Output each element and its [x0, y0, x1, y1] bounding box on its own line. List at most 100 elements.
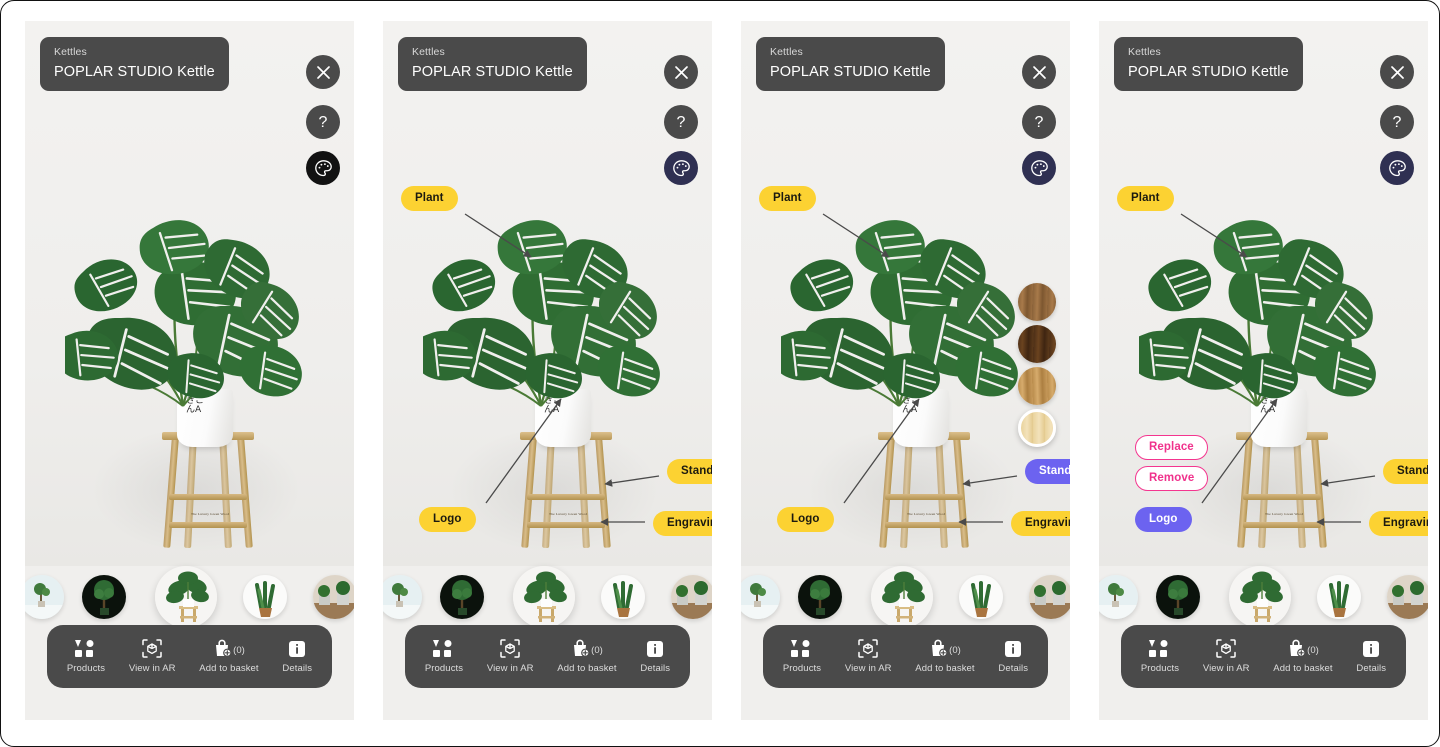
product-thumbnail-carousel[interactable]	[383, 561, 712, 631]
thumbnail-bonsai[interactable]	[1099, 575, 1138, 619]
monstera-plant[interactable]	[1139, 206, 1399, 421]
annotation-pill-plant[interactable]: Plant	[401, 186, 458, 211]
toolbar-view-in-ar[interactable]: View in AR	[487, 639, 534, 674]
help-icon: ?	[677, 114, 686, 131]
toolbar-details[interactable]: Details	[282, 639, 312, 674]
palette-icon	[314, 159, 332, 176]
toolbar-details[interactable]: Details	[998, 639, 1028, 674]
help-button[interactable]: ?	[306, 105, 340, 139]
annotation-pill-stand[interactable]: Stand	[1025, 459, 1070, 484]
toolbar-view-in-ar[interactable]: View in AR	[1203, 639, 1250, 674]
thumbnail-monstera-on-stand[interactable]	[871, 566, 933, 628]
product-header-card: Kettles POPLAR STUDIO Kettle	[398, 37, 587, 91]
replace-button[interactable]: Replace	[1135, 435, 1208, 460]
annotation-pill-plant[interactable]: Plant	[1117, 186, 1174, 211]
thumbnail-potted-plants[interactable]	[313, 575, 354, 619]
annotation-pill-logo[interactable]: Logo	[777, 507, 834, 532]
toolbar-products-label: Products	[1140, 663, 1180, 674]
close-icon	[1390, 65, 1404, 79]
remove-button[interactable]: Remove	[1135, 466, 1209, 491]
annotation-pill-engraving[interactable]: Engraving	[653, 511, 712, 536]
thumbnail-potted-plants[interactable]	[671, 575, 712, 619]
close-button[interactable]	[1380, 55, 1414, 89]
annotation-pill-plant[interactable]: Plant	[759, 186, 816, 211]
toolbar-products[interactable]: Products	[67, 639, 105, 674]
palette-button[interactable]	[664, 151, 698, 185]
thumbnail-topiary-tree[interactable]	[82, 575, 126, 619]
swatch-natural-birch[interactable]	[1018, 409, 1056, 447]
thumbnail-snake-plant[interactable]	[1317, 575, 1361, 619]
palette-button[interactable]	[306, 151, 340, 185]
stand-leg-left-back	[184, 435, 197, 549]
palette-icon	[672, 159, 690, 176]
thumbnail-bonsai[interactable]	[741, 575, 780, 619]
annotation-pill-engraving[interactable]: Engraving	[1369, 511, 1428, 536]
grid-icon	[74, 639, 97, 658]
toolbar-products-label: Products	[424, 663, 464, 674]
toolbar-add-to-basket[interactable]: (0) Add to basket	[199, 639, 259, 674]
annotation-pill-logo[interactable]: Logo	[419, 507, 476, 532]
thumbnail-snake-plant[interactable]	[243, 575, 287, 619]
stand-leg-right	[953, 435, 969, 548]
thumbnail-potted-plants[interactable]	[1029, 575, 1070, 619]
thumbnail-potted-plants[interactable]	[1387, 575, 1428, 619]
toolbar-add-to-basket[interactable]: (0) Add to basket	[1273, 639, 1333, 674]
toolbar-details[interactable]: Details	[1356, 639, 1386, 674]
thumbnail-monstera-on-stand[interactable]	[155, 566, 217, 628]
thumbnail-bonsai[interactable]	[383, 575, 422, 619]
toolbar-view-in-ar-label: View in AR	[486, 663, 534, 674]
wooden-stand[interactable]: The Luxury Green Wood	[520, 432, 612, 551]
help-button[interactable]: ?	[664, 105, 698, 139]
help-button[interactable]: ?	[1380, 105, 1414, 139]
thumbnail-topiary-tree[interactable]	[798, 575, 842, 619]
monstera-plant[interactable]	[65, 206, 325, 421]
toolbar-view-in-ar[interactable]: View in AR	[129, 639, 176, 674]
thumbnail-topiary-tree[interactable]	[440, 575, 484, 619]
palette-button[interactable]	[1380, 151, 1414, 185]
toolbar-details-label: Details	[998, 663, 1029, 674]
toolbar-products[interactable]: Products	[1141, 639, 1179, 674]
monstera-plant[interactable]	[781, 206, 1041, 421]
annotation-pill-stand[interactable]: Stand	[667, 459, 712, 484]
toolbar-view-in-ar[interactable]: View in AR	[845, 639, 892, 674]
stand-leg-left	[163, 435, 179, 548]
toolbar-add-to-basket[interactable]: (0) Add to basket	[915, 639, 975, 674]
palette-button[interactable]	[1022, 151, 1056, 185]
stand-leg-right-back	[219, 435, 232, 549]
product-header-card: Kettles POPLAR STUDIO Kettle	[756, 37, 945, 91]
thumbnail-snake-plant[interactable]	[601, 575, 645, 619]
toolbar-details[interactable]: Details	[640, 639, 670, 674]
ar-cube-icon	[858, 639, 878, 658]
thumbnail-snake-plant[interactable]	[959, 575, 1003, 619]
product-thumbnail-carousel[interactable]	[1099, 561, 1428, 631]
basket-icon	[213, 639, 232, 658]
toolbar-products[interactable]: Products	[783, 639, 821, 674]
help-button[interactable]: ?	[1022, 105, 1056, 139]
wooden-stand[interactable]: The Luxury Green Wood	[1236, 432, 1328, 551]
close-button[interactable]	[664, 55, 698, 89]
toolbar-add-to-basket[interactable]: (0) Add to basket	[557, 639, 617, 674]
wooden-stand[interactable]: The Luxury Green Wood	[878, 432, 970, 551]
stand-leg-left	[879, 435, 895, 548]
product-thumbnail-carousel[interactable]	[25, 561, 354, 631]
thumbnail-bonsai[interactable]	[25, 575, 64, 619]
annotation-pill-logo[interactable]: Logo	[1135, 507, 1192, 532]
annotation-pill-stand[interactable]: Stand	[1383, 459, 1428, 484]
svg-text:?: ?	[319, 114, 328, 131]
product-title: POPLAR STUDIO Kettle	[412, 64, 573, 80]
thumbnail-monstera-on-stand[interactable]	[513, 566, 575, 628]
toolbar-products[interactable]: Products	[425, 639, 463, 674]
close-button[interactable]	[306, 55, 340, 89]
toolbar-view-in-ar-label: View in AR	[844, 663, 892, 674]
monstera-plant[interactable]	[423, 206, 683, 421]
annotation-pill-engraving[interactable]: Engraving	[1011, 511, 1070, 536]
thumbnail-monstera-on-stand[interactable]	[1229, 566, 1291, 628]
wooden-stand[interactable]: The Luxury Green Wood	[162, 432, 254, 551]
thumbnail-topiary-tree[interactable]	[1156, 575, 1200, 619]
swatch-oak[interactable]	[1018, 367, 1056, 405]
swatch-dark-walnut[interactable]	[1018, 325, 1056, 363]
swatch-walnut[interactable]	[1018, 283, 1056, 321]
close-button[interactable]	[1022, 55, 1056, 89]
help-icon: ?	[1035, 114, 1044, 131]
product-thumbnail-carousel[interactable]	[741, 561, 1070, 631]
